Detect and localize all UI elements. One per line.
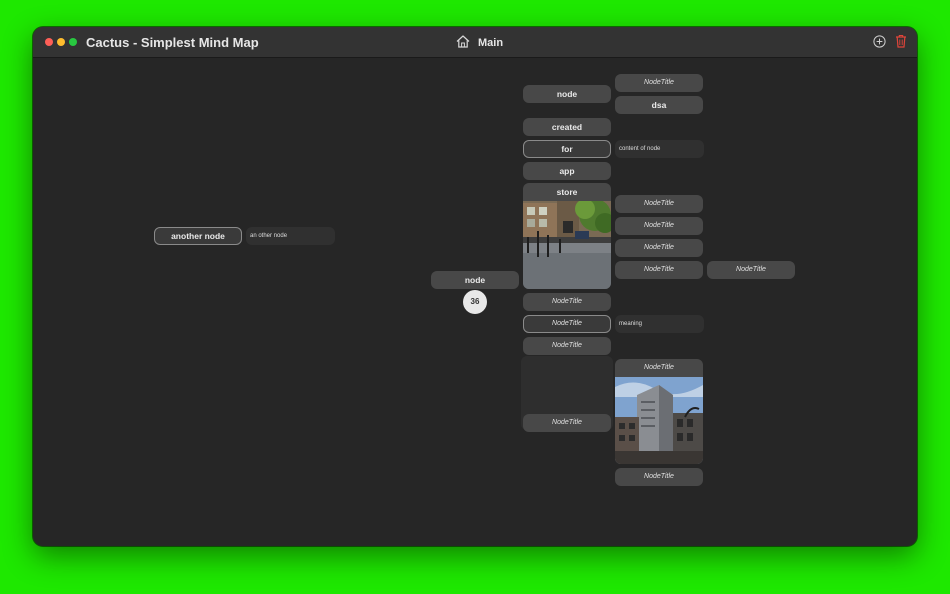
- grandchild-node-title-c[interactable]: NodeTitle: [615, 239, 703, 257]
- app-window: Cactus - Simplest Mind Map Main another …: [33, 27, 917, 546]
- trash-icon[interactable]: [895, 34, 907, 48]
- another-node[interactable]: another node: [154, 227, 242, 245]
- center-node[interactable]: node: [431, 271, 519, 289]
- child-node-node[interactable]: node: [523, 85, 611, 103]
- grandchild-node-title-photo[interactable]: NodeTitle: [615, 359, 703, 377]
- grandchild-node-title-bottom[interactable]: NodeTitle: [615, 468, 703, 486]
- app-title: Cactus - Simplest Mind Map: [86, 35, 259, 50]
- great-grandchild-node-title[interactable]: NodeTitle: [707, 261, 795, 279]
- child-node-app[interactable]: app: [523, 162, 611, 180]
- breadcrumb-main[interactable]: Main: [478, 37, 503, 49]
- grandchild-node-title-top[interactable]: NodeTitle: [615, 74, 703, 92]
- child-node-title-2[interactable]: NodeTitle: [523, 315, 611, 333]
- zoom-window-button[interactable]: [69, 38, 77, 46]
- child-node-store[interactable]: store: [523, 183, 611, 201]
- add-node-icon[interactable]: [873, 35, 886, 48]
- grandchild-node-title-b[interactable]: NodeTitle: [615, 217, 703, 235]
- minimize-window-button[interactable]: [57, 38, 65, 46]
- child-count-badge[interactable]: 36: [463, 290, 487, 314]
- mind-map-canvas[interactable]: another node an other node node 36 node …: [33, 58, 917, 546]
- child-node-for[interactable]: for: [523, 140, 611, 158]
- meaning-content[interactable]: meaning: [615, 315, 704, 333]
- grandchild-node-title-a[interactable]: NodeTitle: [615, 195, 703, 213]
- title-bar: Cactus - Simplest Mind Map Main: [33, 27, 917, 58]
- another-node-content[interactable]: an other node: [246, 227, 335, 245]
- child-node-title-3[interactable]: NodeTitle: [523, 337, 611, 355]
- street-photo-image: [523, 201, 611, 289]
- store-photo: [523, 201, 611, 289]
- child-node-title-4[interactable]: NodeTitle: [523, 414, 611, 432]
- close-window-button[interactable]: [45, 38, 53, 46]
- content-of-node[interactable]: content of node: [615, 140, 704, 158]
- building-photo-image: [615, 377, 703, 464]
- child-node-title-1[interactable]: NodeTitle: [523, 293, 611, 311]
- grandchild-node-title-d[interactable]: NodeTitle: [615, 261, 703, 279]
- child-node-created[interactable]: created: [523, 118, 611, 136]
- grandchild-node-dsa[interactable]: dsa: [615, 96, 703, 114]
- building-photo: [615, 377, 703, 464]
- home-icon[interactable]: [456, 35, 470, 48]
